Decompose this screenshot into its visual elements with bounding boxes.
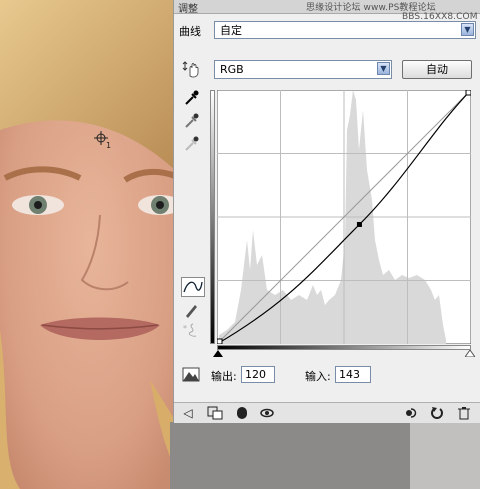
clipping-warning-icon[interactable] [181,365,201,383]
adjustments-panel: 调整 思缘设计论坛 www.PS教程论坛 BBS.16XX8.COM 曲线 自定… [173,0,480,423]
input-field[interactable]: 143 [335,366,371,383]
preset-value: 自定 [220,24,242,37]
channel-value: RGB [220,63,244,76]
curve-point-selected[interactable] [356,221,362,227]
eyedropper-white-icon[interactable] [181,135,201,153]
back-arrow-icon[interactable]: ◁ [180,406,196,420]
auto-button-label: 自动 [426,63,448,76]
output-gradient-bar [210,90,215,344]
white-point-slider[interactable] [465,350,475,357]
tab-adjustments[interactable]: 调整 [178,0,198,15]
black-point-slider[interactable] [213,350,223,357]
curve-point-start[interactable] [217,338,223,344]
channel-select[interactable]: RGB ▼ [214,60,392,79]
input-gradient-bar [217,345,471,350]
output-value: 120 [245,368,266,381]
curve-point-icon[interactable] [181,277,205,297]
input-value: 143 [339,368,360,381]
eye-icon[interactable] [259,406,275,420]
output-field[interactable]: 120 [241,366,275,383]
preset-select[interactable]: 自定 ▼ [214,21,476,39]
eyedropper-black-icon[interactable] [181,89,201,107]
eyedropper-gray-icon[interactable] [181,112,201,130]
curves-graph[interactable] [217,90,471,344]
panel-footer: ◁ [174,402,480,423]
expand-view-icon[interactable] [207,406,223,420]
pencil-icon[interactable] [181,301,201,319]
preset-label: 曲线 [179,25,201,38]
smooth-icon[interactable]: * [181,321,201,339]
reset-icon[interactable] [429,406,445,420]
cursor-sample-number: 1 [106,141,112,150]
chevron-down-icon[interactable]: ▼ [377,62,390,75]
input-label: 输入: [305,370,331,383]
auto-button[interactable]: 自动 [402,60,472,79]
output-label: 输出: [211,370,237,383]
hand-adjust-icon[interactable] [181,60,201,78]
chevron-down-icon[interactable]: ▼ [461,23,474,36]
svg-text:*: * [183,324,187,333]
previous-state-icon[interactable] [403,406,419,420]
trash-icon[interactable] [456,406,472,420]
curve-point-end[interactable] [465,90,471,96]
mask-icon[interactable] [234,406,250,420]
